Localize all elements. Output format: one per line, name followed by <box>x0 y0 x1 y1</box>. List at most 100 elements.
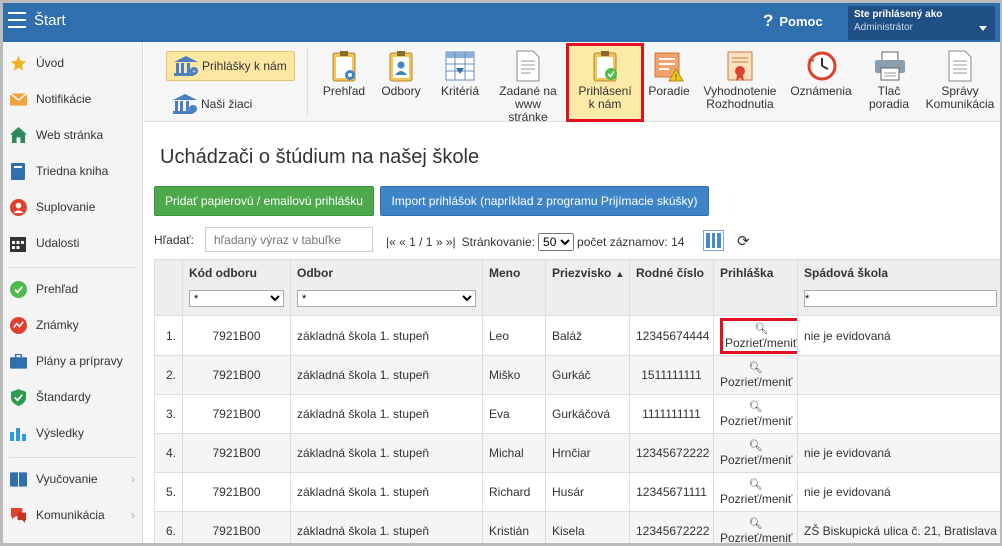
sidebar-item-label: Udalosti <box>36 236 80 250</box>
chevron-right-icon: › <box>131 472 135 486</box>
view-edit-link[interactable]: 🔍︎ Pozrieť/meniť <box>720 361 792 389</box>
toolbar-prihlaseni-k-nam[interactable]: Prihlásení k nám <box>566 43 644 122</box>
house-icon <box>9 126 27 144</box>
cell-odbor: základná škola 1. stupeň <box>290 433 483 473</box>
caret-down-icon <box>979 26 987 31</box>
table-row[interactable]: 4. 7921B00 základná škola 1. stupeň Mich… <box>154 433 1000 473</box>
briefcase-icon <box>9 352 27 370</box>
cell-prihlaska: 🔍︎ Pozrieť/meniť <box>713 394 798 434</box>
cell-priezvisko: Husár <box>545 472 630 512</box>
page-size-select[interactable]: 50 <box>538 233 575 251</box>
toolbar-label: Kritériá <box>440 84 479 98</box>
columns-icon[interactable] <box>703 230 724 251</box>
view-edit-link[interactable]: 🔍︎ Pozrieť/meniť <box>720 478 792 506</box>
sidebar-item-vysledky[interactable]: Výsledky <box>3 415 143 451</box>
user-menu[interactable]: Ste prihlásený ako Administrátor <box>848 6 995 40</box>
cell-spadova-skola: nie je evidovaná <box>797 433 1000 473</box>
sidebar-item-notifikacie[interactable]: Notifikácie <box>3 81 143 117</box>
toolbar-kriteria[interactable]: Kritériá <box>436 50 484 98</box>
toolbar-poradie[interactable]: ! Poradie <box>646 50 692 98</box>
table-row[interactable]: 2. 7921B00 základná škola 1. stupeň Mišk… <box>154 355 1000 395</box>
toolbar-odbory[interactable]: Odbory <box>378 50 424 98</box>
school-icon <box>173 94 197 114</box>
menu-icon[interactable] <box>8 12 26 28</box>
row-index: 2. <box>154 355 183 395</box>
search-label: Hľadať: <box>154 233 195 247</box>
sidebar-item-label: Plány a prípravy <box>36 354 123 368</box>
sidebar-item-label: Úvod <box>36 56 65 70</box>
filter-kod-select[interactable]: * <box>189 290 284 307</box>
help-label: Pomoc <box>779 13 823 29</box>
search-icon: 🔍︎ <box>748 518 763 530</box>
sidebar-item-suplovanie[interactable]: Suplovanie <box>3 189 143 225</box>
svg-text:+: + <box>192 70 196 76</box>
tab-nasi-ziaci[interactable]: Naši žiaci <box>166 89 259 119</box>
table-row[interactable]: 5. 7921B00 základná škola 1. stupeň Rich… <box>154 472 1000 512</box>
search-input[interactable] <box>205 227 373 252</box>
sidebar-item-komunikacia[interactable]: Komunikácia › <box>3 497 143 533</box>
view-edit-link[interactable]: 🔍︎ Pozrieť/meniť <box>720 517 793 545</box>
cell-prihlaska: 🔍︎ Pozrieť/meniť <box>713 315 798 356</box>
sidebar-item-prehlad[interactable]: Prehľad <box>3 271 143 307</box>
tab-prihlasky-k-nam[interactable]: + Prihlášky k nám <box>166 51 295 81</box>
sidebar-item-standardy[interactable]: Štandardy <box>3 379 143 415</box>
search-icon: 🔍︎ <box>748 440 763 452</box>
toolbar-prehlad[interactable]: Prehľad <box>321 50 367 98</box>
toolbar-label: poradia <box>868 97 910 111</box>
column-header-index <box>154 259 183 316</box>
column-header-meno[interactable]: Meno <box>482 259 546 316</box>
toolbar-oznamenia[interactable]: Oznámenia <box>788 50 854 98</box>
view-edit-link[interactable]: 🔍︎ Pozrieť/meniť <box>720 400 792 428</box>
column-header-label: Priezvisko <box>552 266 612 280</box>
add-paper-application-button[interactable]: Pridať papierovú / emailovú prihlášku <box>154 186 374 216</box>
table-row[interactable]: 3. 7921B00 základná škola 1. stupeň Eva … <box>154 394 1000 434</box>
sidebar-item-label: Výsledky <box>36 426 85 440</box>
row-index: 5. <box>154 472 183 512</box>
bar-chart-icon <box>9 424 27 442</box>
sidebar-item-triedna-kniha[interactable]: Triedna kniha <box>3 153 143 189</box>
view-edit-label: Pozrieť/meniť <box>720 375 793 389</box>
school-icon: + <box>174 56 198 76</box>
sidebar-item-udalosti[interactable]: Udalosti <box>3 225 143 261</box>
column-header-priezvisko[interactable]: Priezvisko ▲ <box>545 259 630 316</box>
help-button[interactable]: ? Pomoc <box>763 11 823 31</box>
table-row[interactable]: 1. 7921B00 základná škola 1. stupeň Leo … <box>154 315 1000 356</box>
sidebar-item-znamky[interactable]: Známky <box>3 307 143 343</box>
sidebar-item-plany[interactable]: Plány a prípravy <box>3 343 143 379</box>
cell-rodne-cislo: 1111111111 <box>629 394 714 434</box>
toolbar-divider <box>307 48 308 116</box>
filter-spadova-input[interactable] <box>804 290 997 307</box>
toolbar-spravy[interactable]: Správy Komunikácia <box>922 50 998 111</box>
cell-odbor: základná škola 1. stupeň <box>290 472 483 512</box>
cell-odbor: základná škola 1. stupeň <box>290 394 483 434</box>
pager-nav[interactable]: |« « 1 / 1 » »| <box>386 235 456 249</box>
table-row[interactable]: 6. 7921B00 základná škola 1. stupeň Kris… <box>154 511 1000 545</box>
view-edit-link[interactable]: 🔍︎ Pozrieť/meniť <box>720 439 792 467</box>
applicants-table: Kód odboru * Odbor * Meno Priezvisko ▲ Ro… <box>154 259 1000 545</box>
printer-icon <box>874 50 905 82</box>
view-edit-link[interactable]: 🔍︎ Pozrieť/meniť <box>720 317 797 354</box>
cell-kod: 7921B00 <box>182 315 291 356</box>
toolbar-tlac-poradia[interactable]: Tlač poradia <box>862 50 916 111</box>
person-icon <box>9 198 27 216</box>
certificate-icon <box>725 50 755 82</box>
sidebar-item-uvod[interactable]: Úvod <box>3 45 143 81</box>
cell-meno: Miško <box>482 355 546 395</box>
tab-label: Prihlášky k nám <box>202 59 287 73</box>
view-edit-label: Pozrieť/meniť <box>720 531 793 545</box>
sidebar-divider <box>9 267 137 268</box>
app-title[interactable]: Štart <box>34 12 66 29</box>
import-applications-button[interactable]: Import prihlášok (napríklad z programu P… <box>380 186 709 216</box>
toolbar-vyhodnotenie[interactable]: Vyhodnotenie Rozhodnutia <box>701 50 779 111</box>
sidebar-item-vyucovanie[interactable]: Vyučovanie › <box>3 461 143 497</box>
toolbar-zadane-www[interactable]: Zadané na www stránke <box>494 50 562 124</box>
cell-prihlaska: 🔍︎ Pozrieť/meniť <box>713 511 798 545</box>
pager-label: Stránkovanie: <box>461 235 536 249</box>
row-index: 6. <box>154 511 183 543</box>
sidebar-item-label: Známky <box>36 318 79 332</box>
column-header-rodne-cislo[interactable]: Rodné číslo <box>629 259 714 316</box>
refresh-icon[interactable]: ⟳ <box>737 232 750 250</box>
cell-kod: 7921B00 <box>182 472 291 512</box>
filter-odbor-select[interactable]: * <box>297 290 476 307</box>
sidebar-item-web[interactable]: Web stránka <box>3 117 143 153</box>
